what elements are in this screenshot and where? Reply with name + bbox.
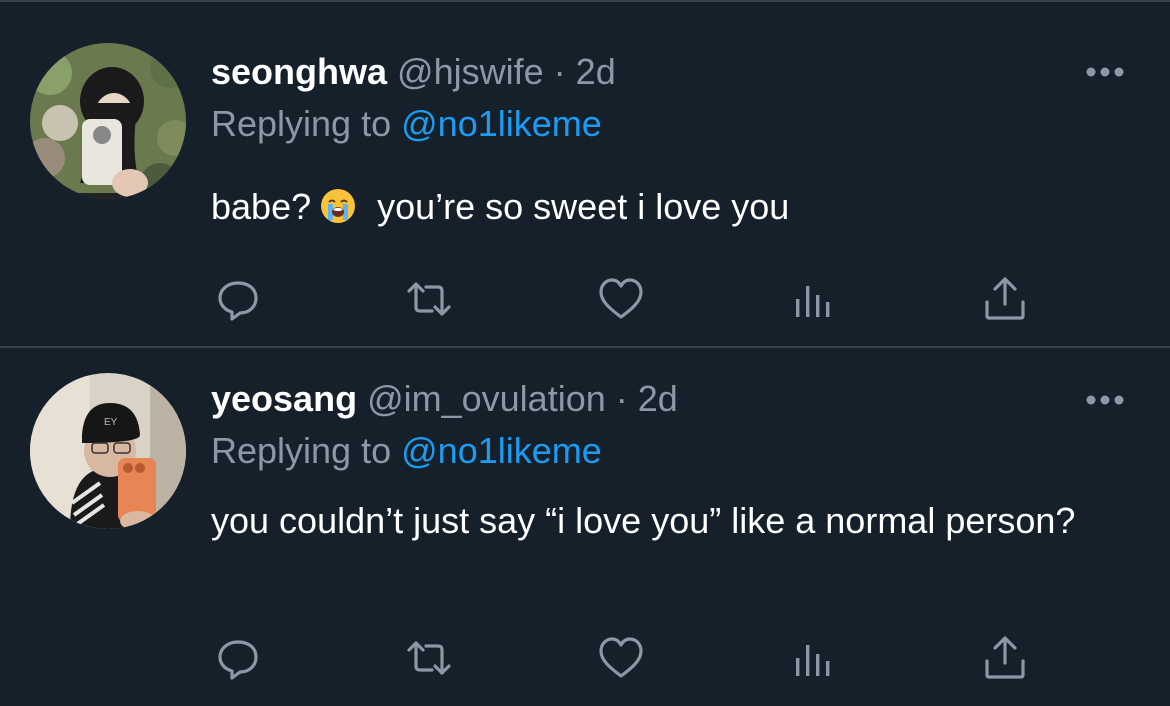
user-handle[interactable]: @hjswife — [397, 51, 544, 92]
tweet-text-part: you’re so sweet i love you — [377, 186, 790, 227]
display-name[interactable]: seonghwa — [211, 51, 387, 92]
replying-prefix: Replying to — [211, 430, 392, 471]
share-icon — [985, 277, 1025, 320]
replying-to: Replying to @no1likeme — [211, 104, 602, 144]
share-button[interactable] — [980, 633, 1030, 683]
reply-button[interactable] — [213, 274, 263, 324]
tweet-actions — [0, 633, 1170, 683]
like-icon — [599, 637, 643, 678]
tweet-actions — [0, 274, 1170, 324]
reply-target-link[interactable]: @no1likeme — [401, 103, 602, 144]
avatar[interactable]: EY — [30, 373, 186, 529]
retweet-icon — [407, 641, 451, 675]
reply-icon — [218, 281, 258, 321]
views-button[interactable] — [788, 633, 838, 683]
replying-prefix: Replying to — [211, 103, 392, 144]
display-name[interactable]: yeosang — [211, 378, 357, 419]
tweet[interactable]: seonghwa @hjswife · 2d Replying to @no1l… — [0, 2, 1170, 346]
tweet-text-part: babe? — [211, 186, 312, 227]
more-options-icon[interactable] — [1085, 392, 1125, 408]
svg-text:EY: EY — [104, 417, 118, 428]
like-button[interactable] — [596, 633, 646, 683]
reply-button[interactable] — [213, 633, 263, 683]
views-icon — [796, 286, 830, 317]
views-icon — [796, 645, 830, 676]
avatar[interactable] — [30, 43, 186, 199]
reply-icon — [218, 640, 258, 680]
retweet-icon — [407, 282, 451, 316]
retweet-button[interactable] — [404, 274, 454, 324]
separator-dot: · — [553, 51, 566, 92]
tweet-text: babe? you’re so sweet i love you — [211, 186, 1131, 228]
timestamp[interactable]: 2d — [638, 378, 678, 419]
tweet-text: you couldn’t just say “i love you” like … — [211, 500, 1076, 541]
share-icon — [985, 636, 1025, 679]
share-button[interactable] — [980, 274, 1030, 324]
loudly-crying-face-icon — [321, 189, 356, 223]
views-button[interactable] — [788, 274, 838, 324]
like-icon — [599, 278, 643, 319]
like-button[interactable] — [596, 274, 646, 324]
tweet-header: seonghwa @hjswife · 2d — [211, 52, 616, 92]
timestamp[interactable]: 2d — [576, 51, 616, 92]
user-handle[interactable]: @im_ovulation — [367, 378, 606, 419]
retweet-button[interactable] — [404, 633, 454, 683]
reply-target-link[interactable]: @no1likeme — [401, 430, 602, 471]
tweet[interactable]: EY yeosang @im_ovulation · 2d Replying t… — [0, 348, 1170, 706]
separator-dot: · — [615, 378, 628, 419]
more-options-icon[interactable] — [1085, 64, 1125, 80]
replying-to: Replying to @no1likeme — [211, 431, 602, 471]
tweet-header: yeosang @im_ovulation · 2d — [211, 379, 678, 419]
